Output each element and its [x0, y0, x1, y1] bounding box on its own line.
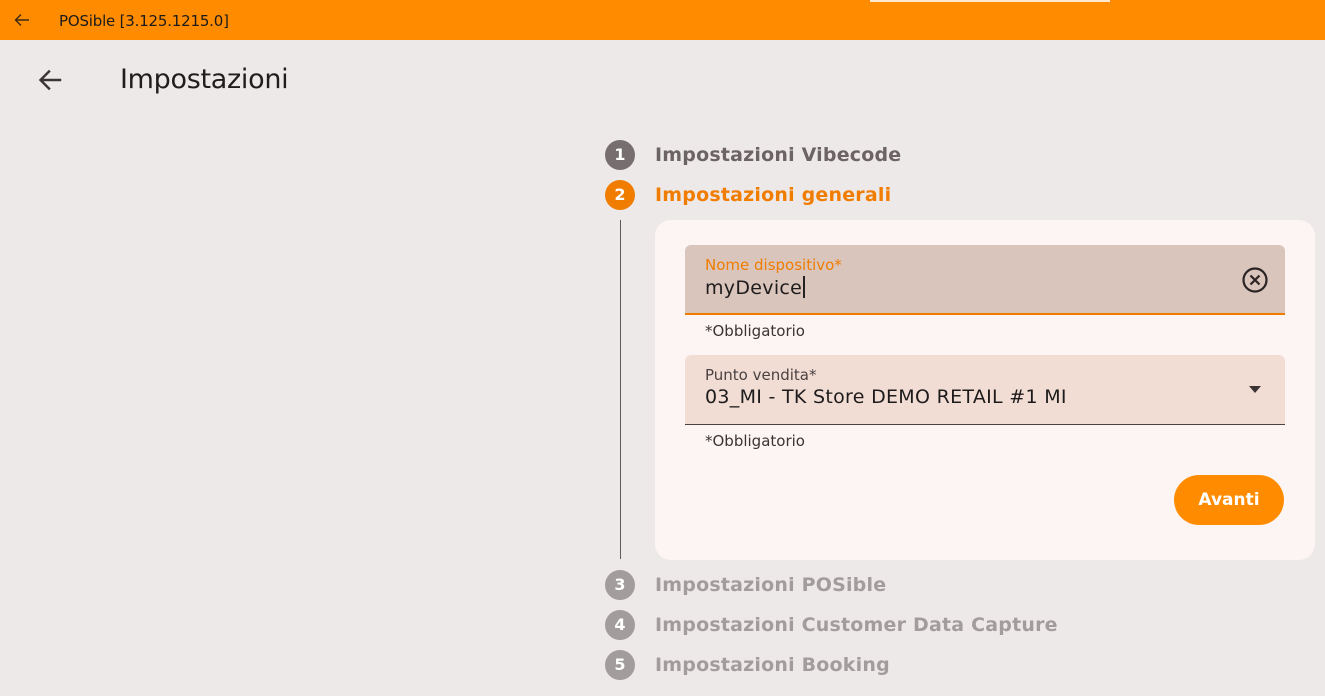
store-helper: *Obbligatorio — [705, 432, 805, 450]
step-connector-line — [620, 220, 621, 559]
store-select[interactable]: Punto vendita* 03_MI - TK Store DEMO RET… — [685, 355, 1285, 425]
device-name-helper: *Obbligatorio — [705, 322, 805, 340]
step-label: Impostazioni Booking — [655, 654, 890, 676]
step-number: 1 — [605, 140, 635, 170]
device-name-field[interactable]: Nome dispositivo* myDevice — [685, 245, 1285, 315]
device-name-label: Nome dispositivo* — [705, 256, 842, 274]
step-label: Impostazioni POSible — [655, 574, 887, 596]
titlebar-highlight — [870, 0, 1110, 2]
device-name-input[interactable]: myDevice — [705, 276, 806, 299]
window-title: POSible [3.125.1215.0] — [59, 12, 229, 30]
next-button[interactable]: Avanti — [1174, 475, 1284, 525]
step-label: Impostazioni generali — [655, 184, 892, 206]
store-value: 03_MI - TK Store DEMO RETAIL #1 MI — [705, 386, 1067, 408]
step-number: 5 — [605, 650, 635, 680]
page-title: Impostazioni — [120, 64, 289, 95]
step-number: 4 — [605, 610, 635, 640]
step-label: Impostazioni Vibecode — [655, 144, 902, 166]
device-name-value: myDevice — [705, 277, 803, 299]
text-cursor — [803, 276, 806, 298]
titlebar-back-icon[interactable] — [12, 10, 32, 30]
step-number: 2 — [605, 180, 635, 210]
back-arrow-icon[interactable] — [36, 66, 64, 94]
store-label: Punto vendita* — [705, 366, 817, 384]
clear-icon[interactable] — [1241, 266, 1269, 294]
dropdown-caret-icon[interactable] — [1249, 386, 1261, 394]
step-label: Impostazioni Customer Data Capture — [655, 614, 1058, 636]
step-content-card: Nome dispositivo* myDevice *Obbligatorio… — [655, 220, 1315, 560]
step-number: 3 — [605, 570, 635, 600]
window-titlebar: POSible [3.125.1215.0] — [0, 0, 1325, 40]
